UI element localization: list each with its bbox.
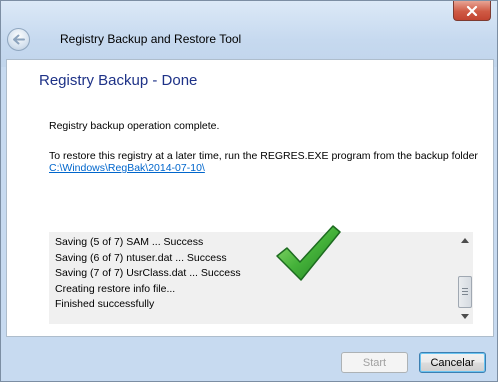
- scroll-down-button[interactable]: [461, 312, 469, 320]
- scroll-thumb[interactable]: [458, 276, 472, 308]
- backup-folder-link[interactable]: C:\Windows\RegBak\2014-07-10\: [49, 162, 205, 174]
- back-button[interactable]: [7, 28, 30, 51]
- close-button[interactable]: [453, 1, 491, 21]
- back-arrow-icon: [13, 34, 25, 45]
- log-line: Finished successfully: [55, 298, 155, 311]
- log-lines: Saving (5 of 7) SAM ... Success Saving (…: [55, 235, 241, 313]
- app-window: Registry Backup and Restore Tool Registr…: [0, 0, 498, 382]
- grip-line: [462, 291, 468, 292]
- content-panel: Registry Backup - Done Registry backup o…: [6, 59, 494, 337]
- scroll-up-icon: [461, 237, 469, 243]
- scroll-down-icon: [461, 313, 469, 319]
- scroll-up-button[interactable]: [461, 236, 469, 244]
- log-line: Saving (6 of 7) ntuser.dat ... Success: [55, 251, 227, 264]
- page-heading: Registry Backup - Done: [39, 72, 198, 89]
- restore-instructions: To restore this registry at a later time…: [49, 150, 478, 162]
- log-scrollbar[interactable]: [457, 232, 473, 324]
- close-icon: [466, 5, 478, 16]
- completion-message: Registry backup operation complete.: [49, 120, 220, 132]
- log-line: Saving (7 of 7) UsrClass.dat ... Success: [55, 267, 241, 280]
- title-bar: Registry Backup and Restore Tool: [1, 1, 497, 67]
- grip-line: [462, 288, 468, 289]
- checkmark-icon: [276, 225, 341, 281]
- start-button[interactable]: Start: [341, 352, 408, 373]
- cancel-button[interactable]: Cancelar: [419, 352, 486, 373]
- log-line: Creating restore info file...: [55, 282, 176, 295]
- log-box[interactable]: Saving (5 of 7) SAM ... Success Saving (…: [49, 232, 473, 324]
- grip-line: [462, 294, 468, 295]
- log-line: Saving (5 of 7) SAM ... Success: [55, 236, 204, 248]
- window-title: Registry Backup and Restore Tool: [60, 32, 242, 46]
